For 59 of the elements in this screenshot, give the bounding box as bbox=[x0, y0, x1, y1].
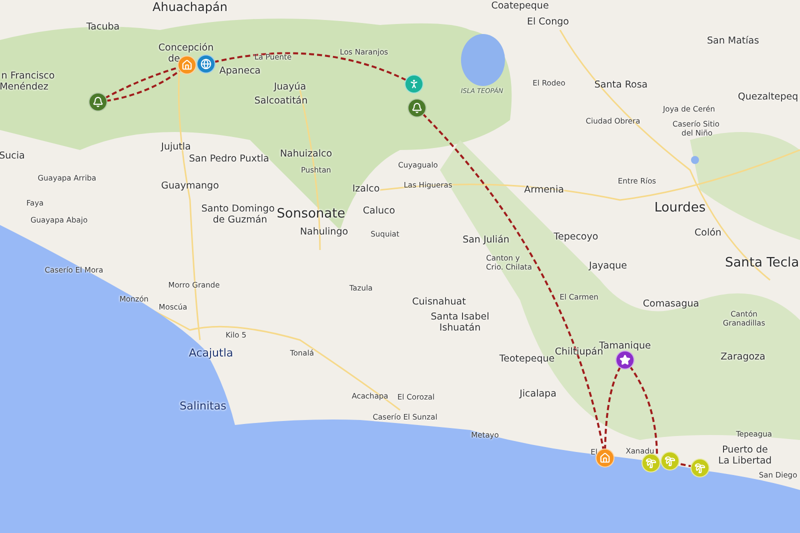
place-label: de bbox=[168, 54, 180, 64]
place-label: Izalco bbox=[352, 184, 380, 194]
place-label: Jujutla bbox=[161, 142, 191, 152]
bell-icon bbox=[412, 102, 422, 114]
place-label: Teotepeque bbox=[499, 354, 555, 364]
place-label: Cuisnahuat bbox=[412, 297, 466, 307]
place-label: Ahuachapán bbox=[152, 1, 228, 13]
place-label: Acajutla bbox=[188, 348, 234, 358]
place-label: Guaymango bbox=[161, 181, 219, 191]
place-label: Lourdes bbox=[654, 202, 706, 214]
place-label: Tepecoyo bbox=[554, 232, 598, 242]
place-label: Salinitas bbox=[180, 400, 226, 412]
place-label: San Pedro Puxtla bbox=[188, 154, 270, 164]
home-marker[interactable] bbox=[596, 448, 614, 468]
beach-icon bbox=[664, 456, 676, 466]
place-label: Santa Rosa bbox=[594, 80, 648, 90]
place-label: de Guzmán bbox=[212, 215, 268, 225]
place-label: Nahuizalco bbox=[280, 149, 332, 159]
place-label: Colón bbox=[694, 228, 722, 238]
beach-icon bbox=[694, 462, 706, 474]
home-icon bbox=[182, 60, 192, 70]
place-label: Juayúa bbox=[274, 82, 306, 92]
place-label: n Francisco bbox=[1, 71, 55, 81]
place-label: Puerto de bbox=[722, 445, 768, 455]
place-label: San Matías bbox=[706, 36, 760, 46]
place-label: Menéndez bbox=[0, 82, 48, 92]
lake bbox=[461, 34, 505, 86]
place-label: Salcoatitán bbox=[254, 96, 308, 106]
place-label: Jayaque bbox=[589, 261, 627, 271]
place-label: Comasagua bbox=[642, 299, 700, 309]
beach-marker[interactable] bbox=[660, 452, 680, 470]
place-label: Quezaltepeq bbox=[738, 92, 798, 102]
bell-icon bbox=[92, 96, 104, 108]
place-label: Concepción bbox=[158, 43, 214, 53]
place-label: Ishuatán bbox=[439, 323, 481, 333]
place-label: Santa Isabel bbox=[430, 312, 490, 322]
beach-marker[interactable] bbox=[690, 458, 710, 478]
pond bbox=[691, 156, 699, 164]
star-icon bbox=[620, 354, 630, 366]
place-label: La Libertad bbox=[718, 456, 772, 466]
beach-icon bbox=[646, 458, 656, 468]
place-label: Santa Tecla bbox=[724, 256, 800, 270]
place-label: Zaragoza bbox=[720, 352, 766, 362]
place-label: Jicalapa bbox=[520, 389, 556, 399]
place-label: Tacuba bbox=[86, 22, 120, 32]
home-icon bbox=[600, 452, 610, 464]
globe-icon bbox=[200, 58, 212, 70]
place-label: Sucia bbox=[0, 151, 25, 161]
place-label: El Congo bbox=[527, 17, 569, 27]
place-label: Santo Domingo bbox=[201, 204, 275, 214]
place-label: Nahulingo bbox=[300, 227, 348, 237]
place-label: Caluco bbox=[362, 206, 396, 216]
beach-marker[interactable] bbox=[642, 454, 660, 472]
place-label: Armenia bbox=[524, 185, 564, 195]
place-label: San Julián bbox=[462, 235, 510, 245]
map-view[interactable] bbox=[0, 0, 800, 533]
place-label: Apaneca bbox=[219, 66, 261, 76]
place-label: Sonsonate bbox=[276, 208, 346, 220]
place-label: Coatepeque bbox=[491, 1, 549, 11]
